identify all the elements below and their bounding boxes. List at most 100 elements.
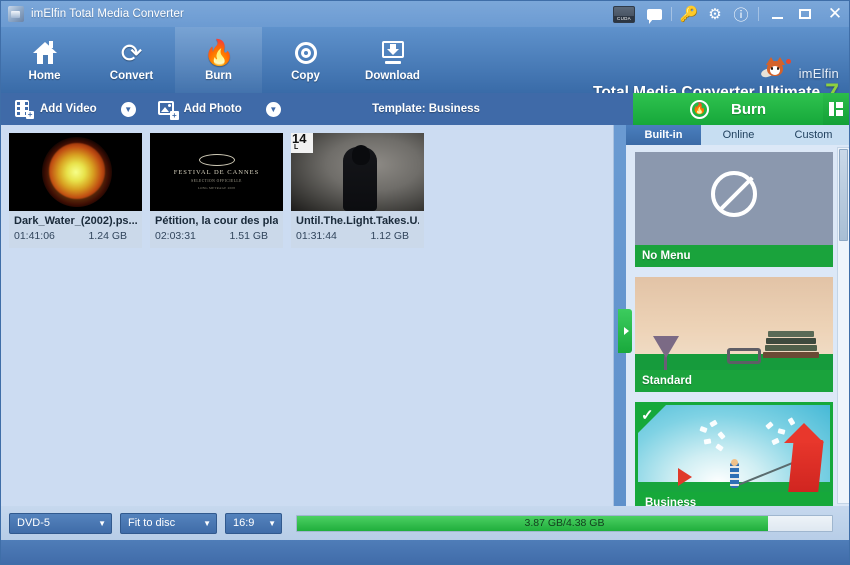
minimize-icon[interactable] [763, 1, 791, 27]
nav-label-home: Home [29, 70, 61, 82]
download-icon [378, 38, 408, 68]
media-item[interactable]: Dark_Water_(2002).ps... 01:41:06 1.24 GB [9, 133, 142, 248]
layout-icon [829, 102, 843, 116]
add-video-icon: + [15, 100, 33, 118]
tab-custom[interactable]: Custom [776, 125, 850, 145]
burn-options-button[interactable] [823, 93, 849, 125]
chevron-down-icon: ▼ [98, 519, 106, 528]
disc-icon [291, 38, 321, 68]
thumb-text-line3: LONG METRAGE 2008 [198, 186, 235, 190]
template-panel: Built-in Online Custom No Menu [626, 125, 850, 506]
media-meta: Dark_Water_(2002).ps... 01:41:06 1.24 GB [9, 211, 142, 248]
chat-icon[interactable] [641, 1, 667, 27]
media-size: 1.51 GB [229, 230, 268, 242]
flame-icon: 🔥 [204, 38, 234, 68]
nav-item-burn[interactable]: 🔥 Burn [175, 27, 262, 93]
template-card-business[interactable]: Business [635, 402, 833, 506]
media-duration: 02:03:31 [155, 230, 196, 242]
close-icon[interactable]: ✕ [819, 1, 850, 27]
thumb-text-line1: FESTIVAL DE CANNES [174, 169, 260, 176]
fit-mode-value: Fit to disc [128, 517, 175, 529]
template-card-standard[interactable]: Standard [635, 277, 833, 392]
chevron-down-icon: ▼ [268, 519, 276, 528]
media-thumbnail[interactable]: 14 L [291, 133, 424, 211]
media-size: 1.12 GB [370, 230, 409, 242]
nav-item-download[interactable]: Download [349, 27, 436, 93]
add-video-dropdown-icon[interactable]: ▼ [121, 102, 136, 117]
media-library-area: Dark_Water_(2002).ps... 01:41:06 1.24 GB… [1, 125, 614, 506]
cuda-badge-icon[interactable]: CUDA [613, 6, 635, 23]
laurel-icon [199, 154, 235, 166]
progress-label: 3.87 GB/4.38 GB [297, 516, 832, 531]
disc-usage-progress: 3.87 GB/4.38 GB [296, 515, 833, 532]
disc-type-value: DVD-5 [17, 517, 50, 529]
nav-label-convert: Convert [110, 70, 153, 82]
prohibited-icon [711, 171, 757, 217]
add-video-label: Add Video [40, 103, 97, 115]
brand-top-row: imElfin [593, 57, 839, 83]
media-title: Pétition, la cour des pla... [155, 215, 278, 227]
tab-built-in-label: Built-in [645, 129, 683, 141]
add-video-button[interactable]: + Add Video [1, 93, 97, 125]
add-photo-label: Add Photo [184, 103, 242, 115]
scrollbar-thumb[interactable] [839, 149, 848, 241]
add-photo-dropdown-icon[interactable]: ▼ [266, 102, 281, 117]
media-item[interactable]: 14 L Until.The.Light.Takes.U... 01:31:44… [291, 133, 424, 248]
template-list: No Menu Standard [626, 145, 850, 506]
template-preview [638, 405, 830, 506]
add-photo-button[interactable]: + Add Photo [136, 93, 242, 125]
disc-type-select[interactable]: DVD-5 ▼ [9, 513, 112, 534]
media-title: Dark_Water_(2002).ps... [14, 215, 137, 227]
selected-check-icon [638, 405, 666, 433]
main-navigation: Home ⟳ Convert 🔥 Burn Copy Downlo [1, 27, 850, 93]
nav-label-copy: Copy [291, 70, 320, 82]
media-title: Until.The.Light.Takes.U... [296, 215, 419, 227]
chevron-right-icon [624, 327, 629, 335]
burn-button-label: Burn [731, 101, 766, 118]
home-icon [30, 38, 60, 68]
maximize-icon[interactable] [791, 1, 819, 27]
tab-online-label: Online [723, 129, 755, 141]
tab-custom-label: Custom [795, 129, 833, 141]
media-item[interactable]: FESTIVAL DE CANNES SELECTION OFFICIELLE … [150, 133, 283, 248]
nav-item-home[interactable]: Home [1, 27, 88, 93]
divider [758, 7, 759, 21]
add-photo-icon: + [158, 101, 177, 118]
status-bar [1, 540, 850, 565]
template-card-no-menu[interactable]: No Menu [635, 152, 833, 267]
window-title: imElfin Total Media Converter [31, 8, 184, 20]
chevron-down-icon: ▼ [203, 519, 211, 528]
thumb-text-line2: SELECTION OFFICIELLE [191, 179, 242, 183]
nav-label-download: Download [365, 70, 420, 82]
app-icon [8, 6, 24, 22]
divider [671, 7, 672, 21]
tab-built-in[interactable]: Built-in [626, 125, 701, 145]
media-meta: Until.The.Light.Takes.U... 01:31:44 1.12… [291, 211, 424, 248]
panel-collapse-handle[interactable] [618, 309, 632, 353]
convert-icon: ⟳ [117, 38, 147, 68]
nav-item-convert[interactable]: ⟳ Convert [88, 27, 175, 93]
media-duration: 01:41:06 [14, 230, 55, 242]
help-icon[interactable]: ⓘ [728, 1, 754, 27]
cuda-badge-label: CUDA [614, 16, 634, 22]
fox-logo-icon [761, 57, 795, 83]
nav-item-copy[interactable]: Copy [262, 27, 349, 93]
aspect-ratio-value: 16:9 [233, 517, 254, 529]
template-name: No Menu [635, 245, 833, 267]
media-thumbnail[interactable] [9, 133, 142, 211]
tab-online[interactable]: Online [701, 125, 776, 145]
nav-label-burn: Burn [205, 70, 232, 82]
media-grid: Dark_Water_(2002).ps... 01:41:06 1.24 GB… [1, 125, 613, 248]
media-subinfo: 02:03:31 1.51 GB [155, 230, 278, 242]
template-scrollbar[interactable] [837, 147, 850, 504]
gear-icon[interactable]: ⚙ [702, 1, 728, 27]
media-subinfo: 01:31:44 1.12 GB [296, 230, 419, 242]
burn-flame-icon: 🔥 [690, 100, 709, 119]
aspect-ratio-select[interactable]: 16:9 ▼ [225, 513, 282, 534]
burn-button[interactable]: 🔥 Burn [633, 93, 823, 125]
media-thumbnail[interactable]: FESTIVAL DE CANNES SELECTION OFFICIELLE … [150, 133, 283, 211]
key-icon[interactable]: 🔑 [676, 1, 702, 27]
media-meta: Pétition, la cour des pla... 02:03:31 1.… [150, 211, 283, 248]
media-duration: 01:31:44 [296, 230, 337, 242]
fit-mode-select[interactable]: Fit to disc ▼ [120, 513, 217, 534]
